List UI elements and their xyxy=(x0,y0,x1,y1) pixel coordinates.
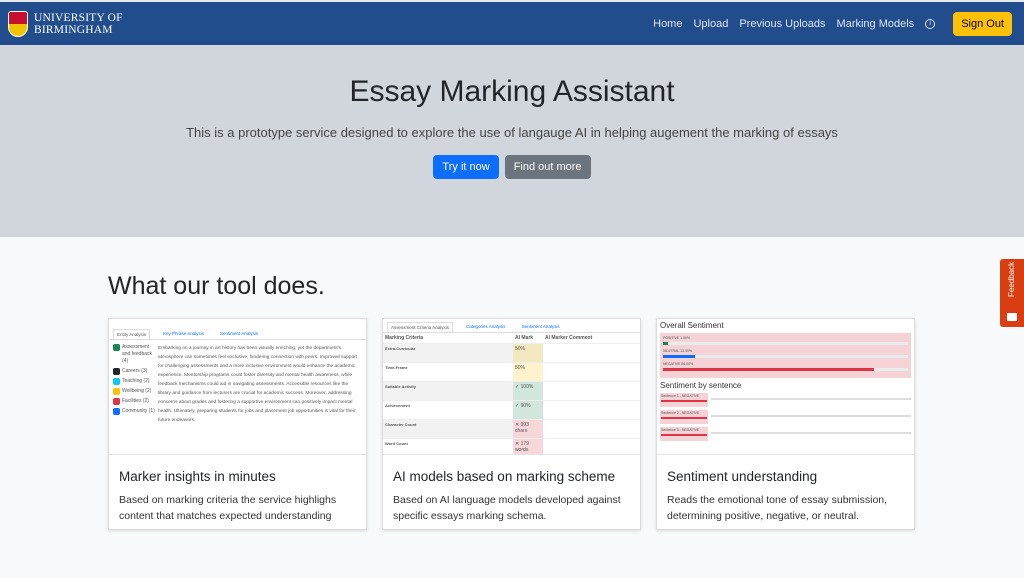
feedback-icon xyxy=(1007,313,1017,321)
table-row: Suitable Activity ✓ 100% xyxy=(383,381,640,401)
legend-item: Careers (3) xyxy=(113,368,158,375)
preview-tab: Sentiment Analysis xyxy=(220,331,259,336)
table-row: Extra-Curricular 50% xyxy=(383,343,640,363)
hero-subtitle: This is a prototype service designed to … xyxy=(186,125,838,140)
card-text: Based on AI language models developed ag… xyxy=(393,494,621,522)
th: AI Marker Comment xyxy=(543,333,640,344)
legend-swatch xyxy=(113,398,120,405)
sentence-row: Sentence 2 - NEGATIVE xyxy=(660,410,911,424)
legend-item: Assessment and feedback (4) xyxy=(113,344,158,365)
nav-marking-models[interactable]: Marking Models xyxy=(837,18,915,30)
sentence-row: Sentence 1 - NEGATIVE xyxy=(660,393,911,407)
preview-tab: Categories Analysis xyxy=(466,324,506,329)
preview-tab: Entity Analysis xyxy=(113,329,151,339)
navbar: UNIVERSITY OF BIRMINGHAM Home Upload Prev… xyxy=(0,0,1024,45)
legend-swatch xyxy=(113,378,120,385)
card-title: Sentiment understanding xyxy=(667,469,818,484)
legend-item: Community (1) xyxy=(113,408,158,415)
logo-line2: BIRMINGHAM xyxy=(34,23,113,36)
hero: Essay Marking Assistant This is a protot… xyxy=(0,45,1024,237)
table-row: Word Count ✕ 179 words xyxy=(383,438,640,454)
feedback-label: Feedback xyxy=(1007,261,1016,297)
page-title: Essay Marking Assistant xyxy=(349,75,675,108)
card-text: Based on marking criteria the service hi… xyxy=(119,494,337,522)
preview-tab: Sentiment Analysis xyxy=(521,324,560,329)
card-marker-insights: Entity Analysis Key Phrase Analysis Sentim… xyxy=(108,318,367,530)
table-row: Time-Frame 50% xyxy=(383,362,640,382)
card-sentiment: Overall Sentiment POSITIVE 1.00% NEUTRAL … xyxy=(656,318,915,530)
feedback-tab[interactable]: Feedback xyxy=(1000,259,1024,327)
sentiment-bar xyxy=(663,342,668,345)
university-logo[interactable]: UNIVERSITY OF BIRMINGHAM xyxy=(8,10,123,37)
legend-item: Facilities (2) xyxy=(113,398,158,405)
sentiment-level: NEGATIVE 86.00% xyxy=(663,362,908,371)
table-row: Character Count ✕ 993 chars xyxy=(383,419,640,439)
legend-item: Wellbeing (2) xyxy=(113,388,158,395)
crest-icon xyxy=(8,10,28,37)
sign-out-button[interactable]: Sign Out xyxy=(953,11,1012,36)
card-title: AI models based on marking scheme xyxy=(393,469,616,484)
card-text: Reads the emotional tone of essay submis… xyxy=(667,494,888,522)
preview-tab: Key Phrase Analysis xyxy=(163,331,205,336)
sentiment-bar xyxy=(663,355,695,358)
sentence-heading: Sentiment by sentence xyxy=(660,381,742,390)
legend-swatch xyxy=(113,408,120,415)
info-circle-icon[interactable]: i xyxy=(925,18,936,29)
preview-tab: Assessment Criteria Analysis xyxy=(387,322,454,332)
essay-text: Embarking on a journey in art history ha… xyxy=(158,346,358,423)
th: Marking Criteria xyxy=(383,333,513,344)
legend-swatch xyxy=(113,388,120,395)
nav-home[interactable]: Home xyxy=(653,18,682,30)
table-row: Achievement ✓ 90% xyxy=(383,400,640,420)
sentiment-preview: Overall Sentiment POSITIVE 1.00% NEUTRAL … xyxy=(657,319,914,455)
entity-analysis-preview: Entity Analysis Key Phrase Analysis Sentim… xyxy=(109,319,366,455)
overall-sentiment-heading: Overall Sentiment xyxy=(660,321,724,330)
card-ai-models: Assessment Criteria Analysis Categories A… xyxy=(382,318,641,530)
card-title: Marker insights in minutes xyxy=(119,469,276,484)
find-out-more-button[interactable]: Find out more xyxy=(504,155,591,179)
sentiment-bar xyxy=(663,368,874,371)
legend-swatch xyxy=(113,368,120,375)
legend-swatch xyxy=(113,344,120,351)
sentence-row: Sentence 3 - NEGATIVE xyxy=(660,427,911,441)
nav-upload[interactable]: Upload xyxy=(693,18,728,30)
nav-previous-uploads[interactable]: Previous Uploads xyxy=(739,18,825,30)
th: AI Mark xyxy=(513,333,543,344)
legend-item: Teaching (2) xyxy=(113,378,158,385)
sentiment-level: NEUTRAL 13.00% xyxy=(663,349,908,358)
sentiment-level: POSITIVE 1.00% xyxy=(663,336,908,345)
try-it-now-button[interactable]: Try it now xyxy=(433,155,499,179)
logo-line1: UNIVERSITY OF xyxy=(34,11,123,24)
criteria-analysis-preview: Assessment Criteria Analysis Categories A… xyxy=(383,319,640,455)
section-title: What our tool does. xyxy=(108,272,325,300)
